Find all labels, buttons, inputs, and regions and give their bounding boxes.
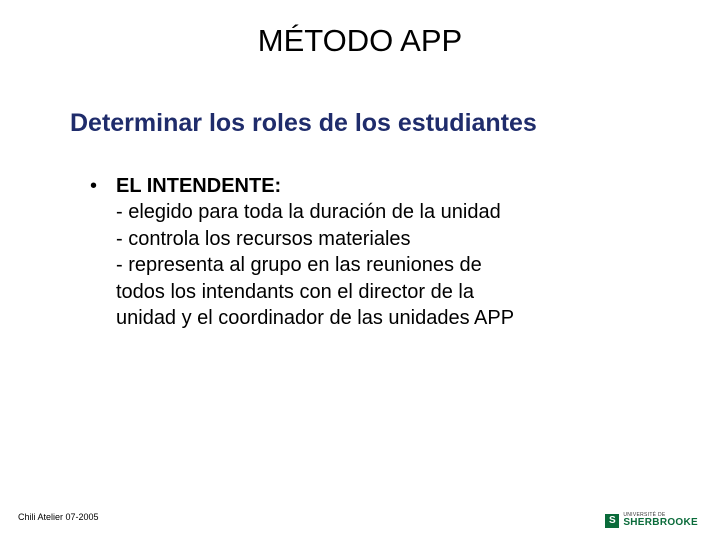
bullet-line: todos los intendants con el director de … (116, 279, 630, 305)
bullet-item: • EL INTENDENTE: (90, 173, 630, 199)
bullet-line: - elegido para toda la duración de la un… (116, 199, 630, 225)
bullet-mark: • (90, 173, 116, 199)
logo-university-name: SHERBROOKE (623, 518, 698, 528)
bullet-line: unidad y el coordinador de las unidades … (116, 305, 630, 331)
footer-logo: S UNIVERSITÉ DE SHERBROOKE (605, 513, 698, 528)
bullet-lines: - elegido para toda la duración de la un… (116, 199, 630, 331)
slide: MÉTODO APP Determinar los roles de los e… (0, 0, 720, 540)
logo-text: UNIVERSITÉ DE SHERBROOKE (623, 513, 698, 528)
footer-left-text: Chili Atelier 07-2005 (18, 512, 99, 522)
logo-icon: S (605, 514, 619, 528)
bullet-heading: EL INTENDENTE: (116, 173, 281, 199)
slide-subtitle: Determinar los roles de los estudiantes (70, 109, 537, 138)
bullet-line: - representa al grupo en las reuniones d… (116, 252, 630, 278)
body-text: • EL INTENDENTE: - elegido para toda la … (90, 173, 630, 331)
bullet-line: - controla los recursos materiales (116, 226, 630, 252)
slide-title: MÉTODO APP (0, 23, 720, 59)
